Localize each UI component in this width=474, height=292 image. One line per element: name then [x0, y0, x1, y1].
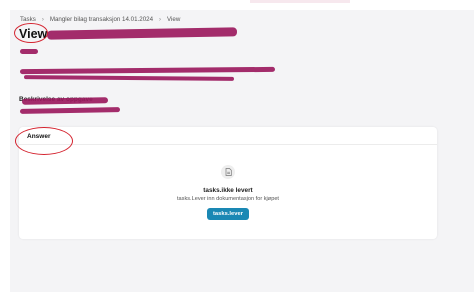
annotation-circle-answer — [15, 127, 73, 155]
redaction-subtitle — [20, 49, 38, 54]
topbar-accent — [250, 0, 350, 3]
answer-card-header: Answer — [19, 127, 437, 145]
breadcrumb-tasks[interactable]: Tasks — [20, 16, 36, 23]
answer-card: Answer tasks.ikke levert tasks.Lever inn… — [19, 127, 437, 239]
breadcrumb-task-name[interactable]: Mangler bilag transaksjon 14.01.2024 — [50, 16, 153, 23]
breadcrumb-current: View — [167, 16, 181, 23]
empty-state: tasks.ikke levert tasks.Lever inn dokume… — [19, 163, 437, 220]
breadcrumb: Tasks › Mangler bilag transaksjon 14.01.… — [20, 16, 180, 23]
chevron-right-icon: › — [159, 16, 162, 23]
document-icon — [221, 165, 235, 179]
annotation-circle-title — [14, 23, 48, 43]
empty-state-subtitle: tasks.Lever inn dokumentasjon for kjøpet — [177, 196, 279, 202]
empty-state-title: tasks.ikke levert — [203, 187, 253, 194]
submit-button[interactable]: tasks.lever — [207, 208, 249, 220]
chevron-right-icon: › — [41, 16, 44, 23]
